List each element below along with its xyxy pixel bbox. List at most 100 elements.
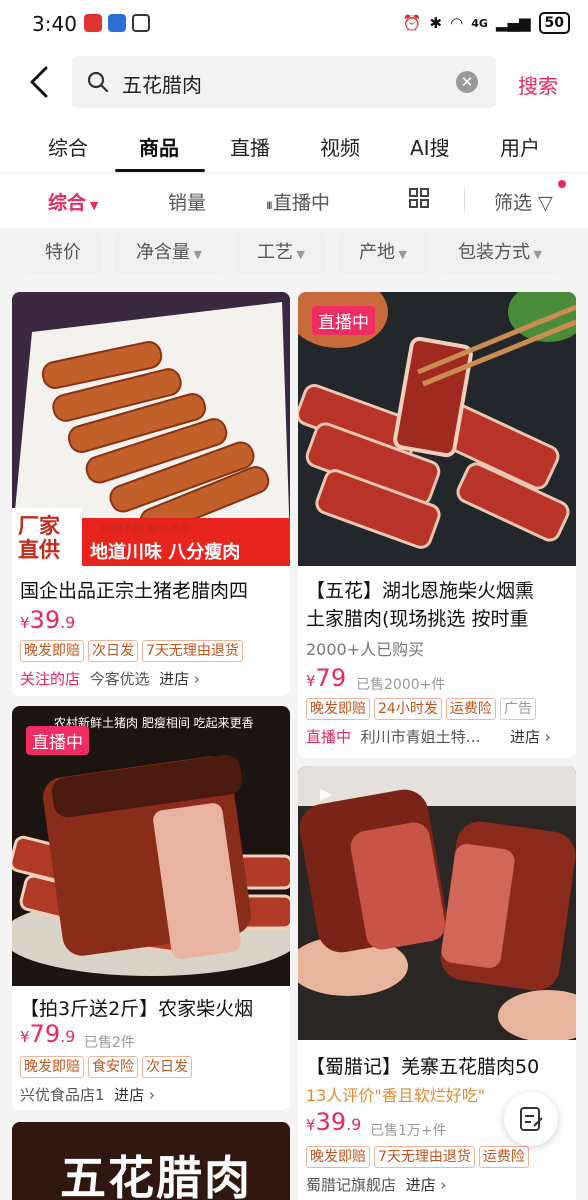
sold-count: 已售2件 [84, 1035, 135, 1051]
caret-down-icon: ▼ [395, 248, 407, 261]
currency: ¥ [306, 1116, 316, 1134]
product-price: ¥79 [306, 664, 346, 692]
product-title: 【拍3斤送2斤】农家柴火烟 [20, 998, 254, 1020]
sold-count: 已售1万+件 [370, 1123, 447, 1139]
chip-label: 产地 [359, 242, 396, 263]
chip-packaging[interactable]: 包装方式 ▼ [440, 232, 560, 274]
product-price: ¥79.9 [20, 1020, 75, 1048]
chevron-right-icon: › [435, 1176, 447, 1194]
live-bars-icon: ııı [266, 198, 273, 213]
alarm-icon: ⏰ [402, 14, 422, 32]
enter-shop-label: 进店 [510, 728, 541, 746]
tab-products[interactable]: 商品 [139, 132, 179, 161]
shop-info[interactable]: 蜀腊记旗舰店 进店 › [306, 1174, 446, 1195]
product-title: 国企出品正宗土猪老腊肉四 [20, 580, 249, 602]
battery-icon: 50 [538, 12, 570, 34]
caret-down-icon: ▼ [530, 248, 542, 261]
price-integer: 39 [315, 1108, 347, 1136]
currency: ¥ [306, 672, 316, 690]
enter-shop-link[interactable]: 进店 › [510, 726, 551, 747]
product-card[interactable]: 直播中 【五花】湖北恩施柴火烟熏 土家腊肉(现场挑选 按时重 2000+人已购买… [298, 292, 576, 758]
status-bar: 3:40 ⏰ ✱ ◠ 4G ▂▄▆ 50 [0, 0, 588, 48]
tag: 运费险 [445, 698, 496, 720]
network-label: 4G [471, 16, 488, 30]
tag: 晚发即赔 [20, 1056, 84, 1078]
status-time: 3:40 [32, 12, 77, 36]
product-price: ¥39.9 [306, 1108, 361, 1136]
grid-view-icon[interactable] [408, 187, 430, 214]
tag: 次日发 [88, 640, 138, 662]
product-card[interactable]: 农村新鲜土猪肉 肥瘦相间 吃起来更香 直播中 【拍3斤送2斤】农家柴火烟 ¥79… [12, 706, 290, 1110]
chip-process[interactable]: 工艺 ▼ [236, 232, 326, 274]
shop-name: 蜀腊记旗舰店 [306, 1176, 397, 1194]
tab-bar: 综合 商品 直播 视频 AI搜 用户 [0, 128, 588, 172]
enter-shop-link[interactable]: 进店 [406, 1176, 436, 1194]
tag: 晚发即赔 [306, 698, 370, 720]
search-input[interactable]: 五花腊肉 [122, 69, 202, 98]
chip-origin[interactable]: 产地 ▼ [338, 232, 428, 274]
sold-count: 已售2000+件 [356, 677, 446, 693]
chip-label: 净含量 [136, 242, 191, 263]
app-notification-icon [84, 14, 102, 32]
shop-info[interactable]: 关注的店 今客优选 进店 › [20, 668, 200, 689]
chevron-right-icon: › [144, 1086, 155, 1104]
bluetooth-icon: ✱ [429, 14, 443, 32]
shop-info[interactable]: 兴优食品店1 进店 › [20, 1084, 155, 1105]
sort-comprehensive-label: 综合 [48, 192, 87, 214]
tab-ai-search[interactable]: AI搜 [410, 132, 450, 161]
currency: ¥ [20, 1028, 30, 1046]
price-integer: 79 [29, 1020, 61, 1048]
product-title-line2: 土家腊肉(现场挑选 按时重 [306, 608, 529, 630]
tab-users[interactable]: 用户 [500, 132, 540, 161]
sort-sales[interactable]: 销量 [168, 188, 206, 215]
chevron-right-icon: › [540, 728, 551, 746]
chip-label: 包装方式 [458, 242, 531, 263]
tag: 7天无理由退货 [374, 1146, 475, 1168]
shop-name: 兴优食品店1 [20, 1086, 105, 1104]
service-tags: 晚发即赔 24小时发 运费险 广告 [306, 698, 536, 720]
caret-down-icon: ▼ [293, 248, 305, 261]
product-card[interactable]: 五花腊肉 [12, 1122, 290, 1200]
tag: 运费险 [478, 1146, 529, 1168]
filter-label: 筛选 [494, 192, 533, 214]
search-bar[interactable]: 五花腊肉 ✕ [72, 56, 496, 108]
sort-comprehensive[interactable]: 综合 ▼ [48, 188, 98, 215]
image-caption-small: 肥而不腻 瘦而不柴 [100, 522, 192, 535]
live-badge: 直播中 [312, 306, 375, 335]
filter-icon: ▽ [538, 192, 553, 214]
price-integer: 79 [315, 664, 347, 692]
enter-shop-link[interactable]: 进店 [159, 670, 189, 688]
tag: 次日发 [142, 1056, 192, 1078]
tag: 食安险 [88, 1056, 138, 1078]
back-button[interactable] [24, 64, 60, 100]
tag: 24小时发 [374, 698, 442, 720]
product-card[interactable]: 厂家直供 肥而不腻 瘦而不柴 地道川味 八分瘦肉 国企出品正宗土猪老腊肉四 ¥3… [12, 292, 290, 696]
video-play-icon[interactable]: ▶ [320, 784, 332, 803]
tag: 晚发即赔 [20, 640, 84, 662]
tag: 7天无理由退货 [142, 640, 243, 662]
filter-button[interactable]: 筛选 ▽ [494, 188, 553, 215]
status-right: ⏰ ✱ ◠ 4G ▂▄▆ 50 [403, 12, 570, 34]
chip-label: 工艺 [257, 242, 294, 263]
service-tags: 晚发即赔 食安险 次日发 [20, 1056, 192, 1078]
back-arrow-icon [30, 66, 48, 98]
shop-info[interactable]: 直播中 利川市青姐土特… [306, 726, 481, 747]
tab-live[interactable]: 直播 [230, 132, 270, 161]
image-badge-factory: 厂家直供 [18, 514, 60, 562]
search-icon [87, 71, 109, 93]
caret-down-icon: ▼ [86, 199, 99, 212]
currency: ¥ [20, 614, 30, 632]
tag: 晚发即赔 [306, 1146, 370, 1168]
sort-divider [464, 188, 465, 212]
chip-net-content[interactable]: 净含量 ▼ [114, 232, 224, 274]
product-price: ¥39.9 [20, 606, 75, 634]
tab-video[interactable]: 视频 [320, 132, 360, 161]
clear-icon[interactable]: ✕ [456, 71, 478, 93]
enter-shop-link[interactable]: 进店 [114, 1086, 144, 1104]
tab-comprehensive[interactable]: 综合 [48, 132, 88, 161]
sort-live-label: 直播中 [272, 192, 330, 214]
chip-special-price[interactable]: 特价 [24, 232, 102, 274]
sort-live[interactable]: ııı 直播中 [266, 188, 330, 215]
search-button[interactable]: 搜索 [518, 70, 558, 99]
floating-edit-button[interactable] [504, 1092, 558, 1146]
